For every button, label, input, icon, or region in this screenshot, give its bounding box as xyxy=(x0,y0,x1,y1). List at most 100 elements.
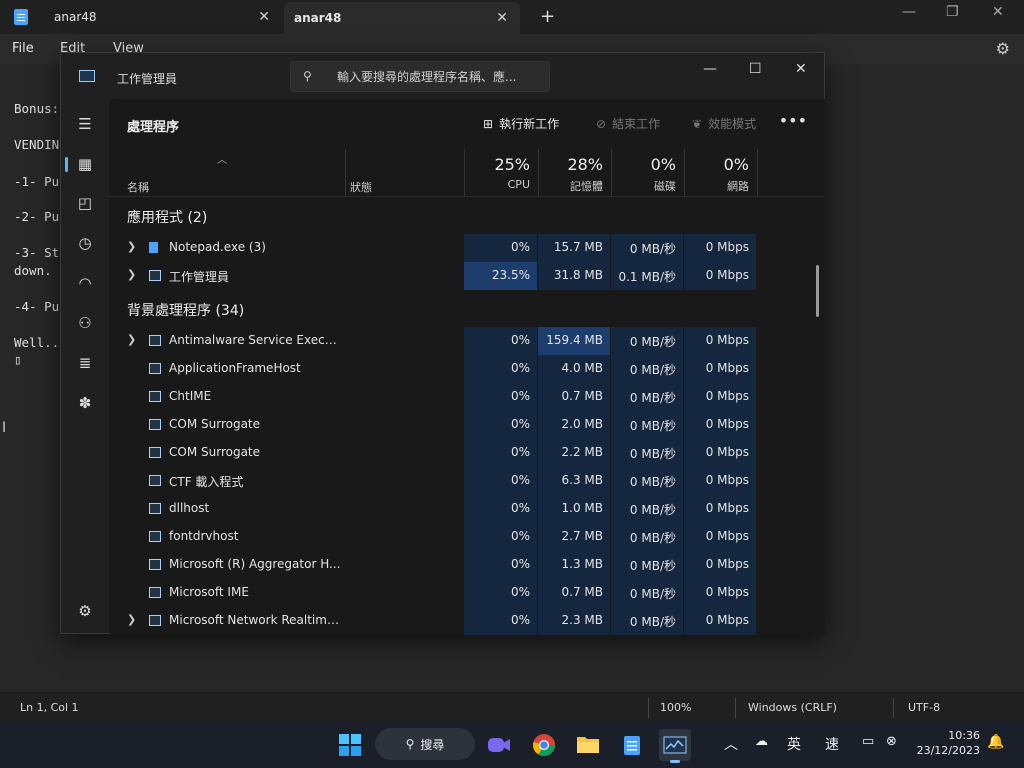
system-clock[interactable]: 10:36 23/12/2023 xyxy=(917,728,980,758)
process-icon xyxy=(149,503,161,514)
notepad-tab-2[interactable]: anar48 ✕ xyxy=(284,2,520,34)
processes-nav-icon[interactable]: ▦ xyxy=(65,149,101,179)
clock-time: 10:36 xyxy=(948,729,980,742)
table-row[interactable]: ❯ Microsoft Network Realtime... 0% 2.3 M… xyxy=(109,607,825,635)
cpu-cell: 0% xyxy=(464,327,537,355)
process-icon xyxy=(149,587,161,598)
app-history-nav-icon[interactable]: ◷ xyxy=(69,228,101,258)
notepad-tab-1[interactable]: anar48 ✕ xyxy=(0,0,282,34)
disk-cell: 0 MB/秒 xyxy=(611,551,683,579)
task-manager-taskbar-icon[interactable] xyxy=(659,729,691,763)
name-column-header[interactable]: 名稱 xyxy=(127,179,149,195)
chrome-icon[interactable] xyxy=(528,729,560,761)
table-row[interactable]: dllhost 0% 1.0 MB 0 MB/秒 0 Mbps xyxy=(109,495,825,523)
minimize-icon[interactable]: — xyxy=(703,61,717,77)
table-row[interactable]: COM Surrogate 0% 2.2 MB 0 MB/秒 0 Mbps xyxy=(109,439,825,467)
process-search-box[interactable]: ⚲ xyxy=(290,61,550,92)
maximize-icon[interactable]: ☐ xyxy=(749,61,762,77)
new-task-icon: ⊞ xyxy=(483,116,494,131)
display-icon[interactable]: ▭ xyxy=(862,734,874,749)
memory-cell: 2.2 MB xyxy=(538,439,610,467)
end-task-button[interactable]: ⊘ 結束工作 xyxy=(596,115,660,132)
table-row[interactable]: ChtIME 0% 0.7 MB 0 MB/秒 0 Mbps xyxy=(109,383,825,411)
table-row[interactable]: Microsoft (R) Aggregator H... 0% 1.3 MB … xyxy=(109,551,825,579)
process-icon xyxy=(149,447,161,458)
memory-cell: 1.3 MB xyxy=(538,551,610,579)
process-name: CTF 載入程式 xyxy=(169,475,244,489)
end-task-icon: ⊘ xyxy=(596,116,607,131)
expand-chevron-icon[interactable]: ❯ xyxy=(127,333,136,346)
network-cell: 0 Mbps xyxy=(684,551,756,579)
network-cell: 0 Mbps xyxy=(684,234,756,262)
show-hidden-icons-chevron-icon[interactable]: ︿ xyxy=(724,734,738,754)
status-column-label: 狀態 xyxy=(350,181,372,194)
taskbar: ⚲ 搜尋 ︿ ☁ 英 速 ▭ ⊗ 10:36 23/12/2023 🔔 xyxy=(0,722,1024,768)
notepad-tab-bar: anar48 ✕ anar48 ✕ + — ❐ ✕ xyxy=(0,0,1024,34)
ime-language-indicator[interactable]: 英 xyxy=(787,734,801,754)
settings-gear-icon[interactable]: ⚙ xyxy=(996,39,1010,58)
close-tab-icon[interactable]: ✕ xyxy=(258,9,270,25)
menu-file[interactable]: File xyxy=(12,41,34,56)
network-cell: 0 Mbps xyxy=(684,262,756,290)
notepad-icon xyxy=(14,9,28,25)
expand-chevron-icon[interactable]: ❯ xyxy=(127,613,136,626)
new-tab-button[interactable]: + xyxy=(540,6,555,27)
startup-apps-nav-icon[interactable]: ◠ xyxy=(69,268,101,298)
cpu-column-header[interactable]: 25% CPU xyxy=(464,149,538,197)
close-icon[interactable]: ✕ xyxy=(992,4,1004,20)
table-row[interactable]: Microsoft IME 0% 0.7 MB 0 MB/秒 0 Mbps xyxy=(109,579,825,607)
notification-bell-icon[interactable]: 🔔 xyxy=(987,734,1004,750)
table-row[interactable]: COM Surrogate 0% 2.0 MB 0 MB/秒 0 Mbps xyxy=(109,411,825,439)
efficiency-leaf-icon: ❦ xyxy=(692,116,703,131)
encoding: UTF-8 xyxy=(908,701,941,714)
cloud-offline-icon[interactable]: ☁ xyxy=(755,734,768,749)
disk-label: 磁碟 xyxy=(654,180,676,193)
network-column-header[interactable]: 0% 網路 xyxy=(684,149,757,197)
cpu-cell: 0% xyxy=(464,495,537,523)
process-name: fontdrvhost xyxy=(169,529,239,543)
file-explorer-icon[interactable] xyxy=(572,729,604,761)
notepad-taskbar-icon[interactable] xyxy=(616,729,648,761)
details-nav-icon[interactable]: ≣ xyxy=(69,348,101,378)
run-new-task-button[interactable]: ⊞ 執行新工作 xyxy=(483,115,559,132)
editor-line: down. xyxy=(14,263,52,278)
meet-chat-icon[interactable] xyxy=(483,729,515,761)
network-total: 0% xyxy=(723,155,749,174)
disk-column-header[interactable]: 0% 磁碟 xyxy=(611,149,684,197)
users-nav-icon[interactable]: ⚇ xyxy=(69,308,101,338)
performance-nav-icon[interactable]: ◰ xyxy=(69,188,101,218)
memory-cell: 159.4 MB xyxy=(538,327,610,355)
table-row[interactable]: CTF 載入程式 0% 6.3 MB 0 MB/秒 0 Mbps xyxy=(109,467,825,495)
restore-icon[interactable]: ❐ xyxy=(946,4,959,20)
close-icon[interactable]: ✕ xyxy=(795,61,807,77)
start-button[interactable] xyxy=(334,729,366,761)
vertical-scrollbar[interactable] xyxy=(816,265,819,317)
close-tab-icon[interactable]: ✕ xyxy=(496,10,508,26)
editor-line: -2- Pu xyxy=(14,209,60,224)
services-nav-icon[interactable]: ✽ xyxy=(69,388,101,418)
table-row[interactable]: ❯ Antimalware Service Executa... 0% 159.… xyxy=(109,327,825,355)
expand-chevron-icon[interactable]: ❯ xyxy=(127,240,136,253)
hamburger-menu-icon[interactable]: ☰ xyxy=(69,109,101,139)
efficiency-mode-button[interactable]: ❦ 效能模式 xyxy=(692,115,756,132)
table-row[interactable]: fontdrvhost 0% 2.7 MB 0 MB/秒 0 Mbps xyxy=(109,523,825,551)
cpu-cell: 23.5% xyxy=(464,262,537,290)
table-row[interactable]: ApplicationFrameHost 0% 4.0 MB 0 MB/秒 0 … xyxy=(109,355,825,383)
expand-chevron-icon[interactable]: ❯ xyxy=(127,268,136,281)
table-row[interactable]: ❯ Notepad.exe (3) 0% 15.7 MB 0 MB/秒 0 Mb… xyxy=(109,234,825,262)
ime-mode-indicator[interactable]: 速 xyxy=(825,734,839,754)
editor-line: Bonus: xyxy=(14,101,60,116)
taskbar-search-button[interactable]: ⚲ 搜尋 xyxy=(375,728,475,760)
minimize-icon[interactable]: — xyxy=(902,4,916,20)
memory-column-header[interactable]: 28% 記憶體 xyxy=(538,149,611,197)
volume-muted-icon[interactable]: ⊗ xyxy=(886,734,897,749)
table-row[interactable]: ❯ 工作管理員 23.5% 31.8 MB 0.1 MB/秒 0 Mbps xyxy=(109,262,825,290)
disk-cell: 0 MB/秒 xyxy=(611,327,683,355)
memory-cell: 0.7 MB xyxy=(538,579,610,607)
more-options-icon[interactable]: ••• xyxy=(779,111,807,130)
search-input[interactable] xyxy=(337,67,537,87)
text-cursor-icon: I xyxy=(2,420,7,436)
extra-column-header xyxy=(757,149,825,197)
settings-icon[interactable]: ⚙ xyxy=(69,596,101,626)
clock-date: 23/12/2023 xyxy=(916,744,980,757)
